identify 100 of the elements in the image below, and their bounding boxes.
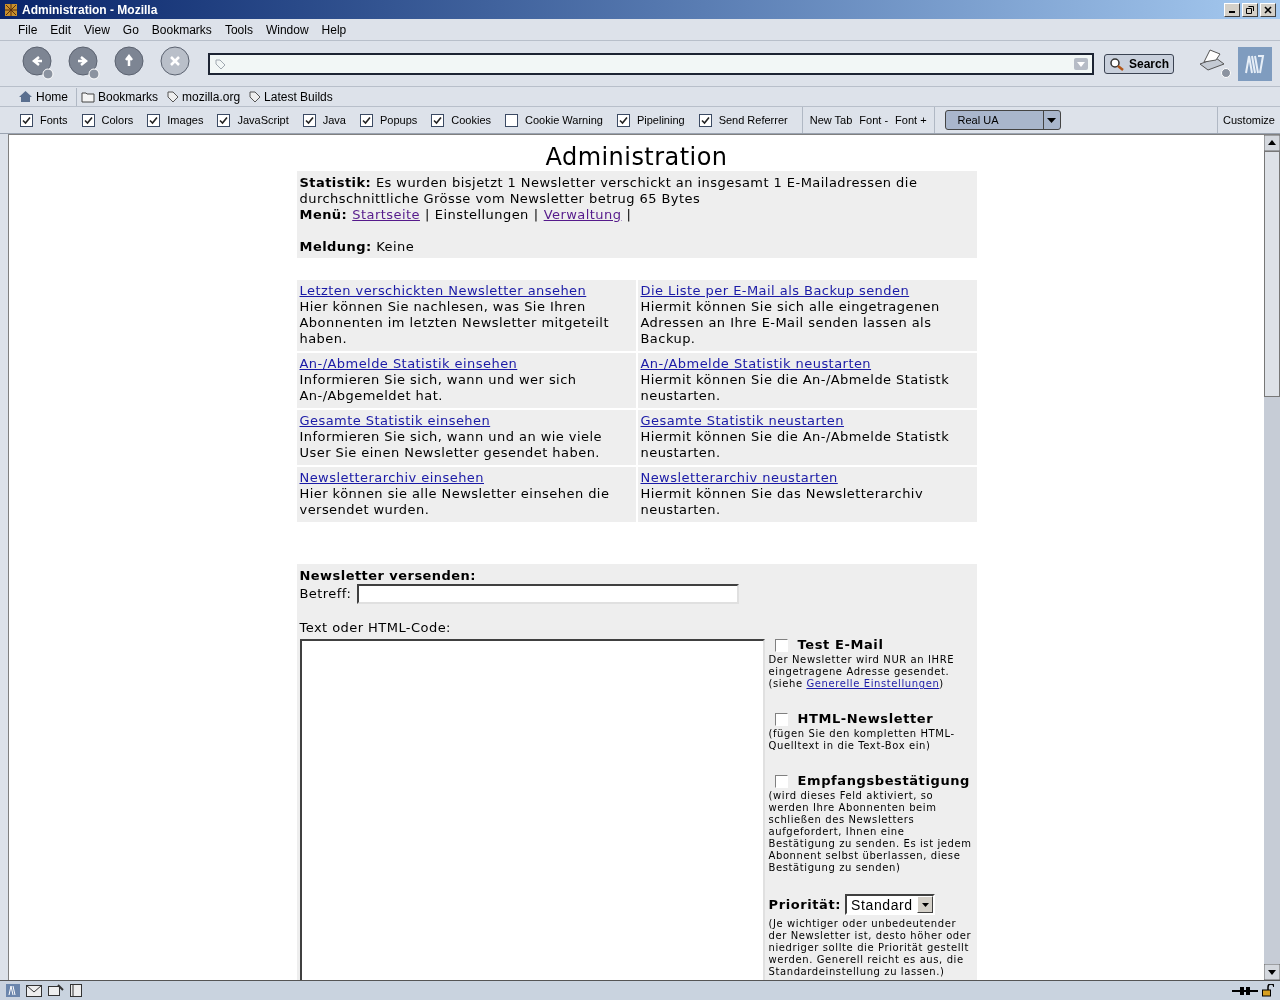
body-field[interactable] [299, 639, 765, 980]
separator: | [424, 207, 430, 223]
url-field[interactable] [208, 52, 1094, 75]
checkbox[interactable] [147, 113, 161, 127]
action-description: Informieren Sie sich, wann und an wie viele User Sie einen Newsletter gesendet haben. [299, 429, 603, 461]
toolbar-button[interactable]: Font - [859, 111, 889, 129]
connection-icon [1232, 985, 1258, 996]
search-icon [1108, 56, 1125, 71]
menu-item[interactable]: View [84, 20, 110, 39]
customize-button[interactable]: Customize [1223, 111, 1275, 129]
checkbox[interactable] [20, 113, 33, 127]
bookmark-item[interactable]: Bookmarks [81, 87, 167, 106]
minimize-icon [1229, 11, 1235, 13]
bookmark-item[interactable]: mozilla.org [166, 87, 249, 106]
option-title: Empfangsbestätigung [797, 772, 970, 790]
option-title: Test E-Mail [797, 636, 884, 654]
statistics-text: Statistik: Es wurden bisjetzt 1 Newsletter verschickt an insgesamt 1 E-Mailadressen die durchschnittliche Grösse vom Newsletter betrug 65 Bytes [299, 175, 919, 207]
menu-item[interactable]: Bookmarks [151, 20, 212, 39]
option-description: (wird dieses Feld aktiviert, so werden Ihre Abonnenten beim schließen des Newsletters aufgefordert, Ihnen eine Bestätigung zu senden. Es ist jedem Abonnent selbst überlassen, diese Bestätigung zu senden) [768, 790, 973, 874]
caret-icon [1047, 117, 1057, 123]
minimize-button[interactable] [1224, 2, 1240, 17]
option-description: (fügen Sie den kompletten HTML-Quelltext in die Text-Box ein) [768, 728, 956, 752]
checkbox-label: Cookies [451, 112, 492, 128]
restore-button[interactable] [1242, 2, 1258, 17]
option-title: HTML-Newsletter [797, 710, 934, 728]
checkbox-label: Fonts [40, 112, 68, 128]
link[interactable]: Die Liste per E-Mail als Backup senden [640, 283, 910, 299]
checkbox[interactable] [81, 113, 95, 127]
folder-icon [81, 90, 95, 103]
address-book-icon[interactable] [70, 984, 82, 997]
checkbox-label: Colors [101, 112, 134, 128]
checkbox[interactable] [698, 113, 712, 127]
checkbox[interactable] [774, 774, 788, 788]
home-icon [18, 90, 33, 103]
link[interactable]: Newsletterarchiv neustarten [640, 470, 838, 486]
link[interactable]: Gesamte Statistik neustarten [640, 413, 844, 429]
action-description: Hiermit können Sie das Newsletterarchiv neustarten. [640, 486, 925, 518]
bookmark-icon [248, 90, 262, 103]
scroll-thumb[interactable] [1264, 151, 1280, 397]
mail-icon[interactable] [26, 984, 42, 997]
subject-label: Betreff: [299, 586, 352, 602]
checkbox[interactable] [217, 113, 231, 127]
checkbox-label: Images [167, 112, 204, 128]
checkbox[interactable] [431, 113, 445, 127]
link[interactable]: Gesamte Statistik einsehen [299, 413, 491, 429]
toolbar-button[interactable]: Font + [895, 111, 927, 129]
link[interactable]: Generelle Einstellungen [806, 678, 940, 689]
logo-icon[interactable] [6, 984, 20, 997]
checkbox[interactable] [774, 638, 788, 652]
bookmark-item[interactable]: Latest Builds [248, 87, 341, 106]
toolbar-button[interactable]: New Tab [809, 111, 853, 129]
bookmark-item[interactable]: Home [18, 87, 77, 106]
action-description: Hier können sie alle Newsletter einsehen die versendet wurden. [299, 486, 611, 518]
priority-label: Priorität: [768, 898, 842, 911]
link[interactable]: Newsletterarchiv einsehen [299, 470, 484, 486]
menu-label: Menü: [299, 207, 348, 223]
checkbox-label: Cookie Warning [525, 112, 603, 128]
menu-item[interactable]: Go [122, 20, 139, 39]
menu-item[interactable]: Window [265, 20, 309, 39]
menu-item[interactable]: Help [321, 20, 347, 39]
checkbox[interactable] [616, 113, 630, 127]
priority-select[interactable]: Standard [845, 894, 936, 915]
body-label: Text oder HTML-Code: [299, 620, 452, 636]
caret-icon [921, 902, 929, 907]
action-description: Informieren Sie sich, wann und wer sich An-/Abgemeldet hat. [299, 372, 578, 404]
bookmark-icon [214, 57, 226, 70]
checkbox[interactable] [302, 113, 316, 127]
action-description: Hiermit können Sie sich alle eingetragenen Adressen an Ihre E-Mail senden lassen als Backup. [640, 299, 941, 347]
action-description: Hiermit können Sie die An-/Abmelde Statistk neustarten. [640, 429, 951, 461]
link[interactable]: Verwaltung [543, 207, 622, 223]
checkbox[interactable] [505, 113, 519, 127]
checkbox-label: Pipelining [636, 112, 685, 128]
link[interactable]: Startseite [352, 207, 420, 223]
menu-item[interactable]: Edit [50, 20, 72, 39]
search-button[interactable]: Search [1103, 53, 1174, 74]
newsletter-heading: Newsletter versenden: [299, 568, 477, 584]
link[interactable]: An-/Abmelde Statistik einsehen [299, 356, 518, 372]
checkbox-label: Send Referrer [718, 112, 788, 128]
separator: | [533, 207, 539, 223]
scroll-up-icon[interactable] [1264, 135, 1280, 151]
scroll-down-icon[interactable] [1264, 964, 1280, 980]
checkbox-label: JavaScript [237, 112, 289, 128]
bookmark-icon [166, 90, 180, 103]
message-text: Meldung: Keine [299, 239, 416, 255]
menu-item[interactable]: Tools [224, 20, 253, 39]
checkbox[interactable] [774, 712, 788, 726]
page-heading: Administration [544, 143, 729, 171]
action-description: Hier können Sie nachlesen, was Sie Ihren Abonnenten im letzten Newsletter mitgeteilt haben. [299, 299, 610, 347]
menu-item[interactable]: File [18, 20, 38, 39]
link[interactable]: Letzten verschickten Newsletter ansehen [299, 283, 587, 299]
checkbox[interactable] [360, 113, 373, 127]
subject-field[interactable] [357, 584, 740, 604]
action-description: Hiermit können Sie die An-/Abmelde Statistk neustarten. [640, 372, 951, 404]
checkbox-label: Java [322, 112, 346, 128]
lock-icon [1262, 984, 1274, 997]
close-button[interactable] [1260, 2, 1276, 17]
link[interactable]: An-/Abmelde Statistik neustarten [640, 356, 872, 372]
window-title: Administration - Mozilla [22, 1, 158, 19]
checkbox-label: Popups [380, 112, 418, 128]
user-agent-select[interactable]: Real UA [944, 110, 1061, 130]
